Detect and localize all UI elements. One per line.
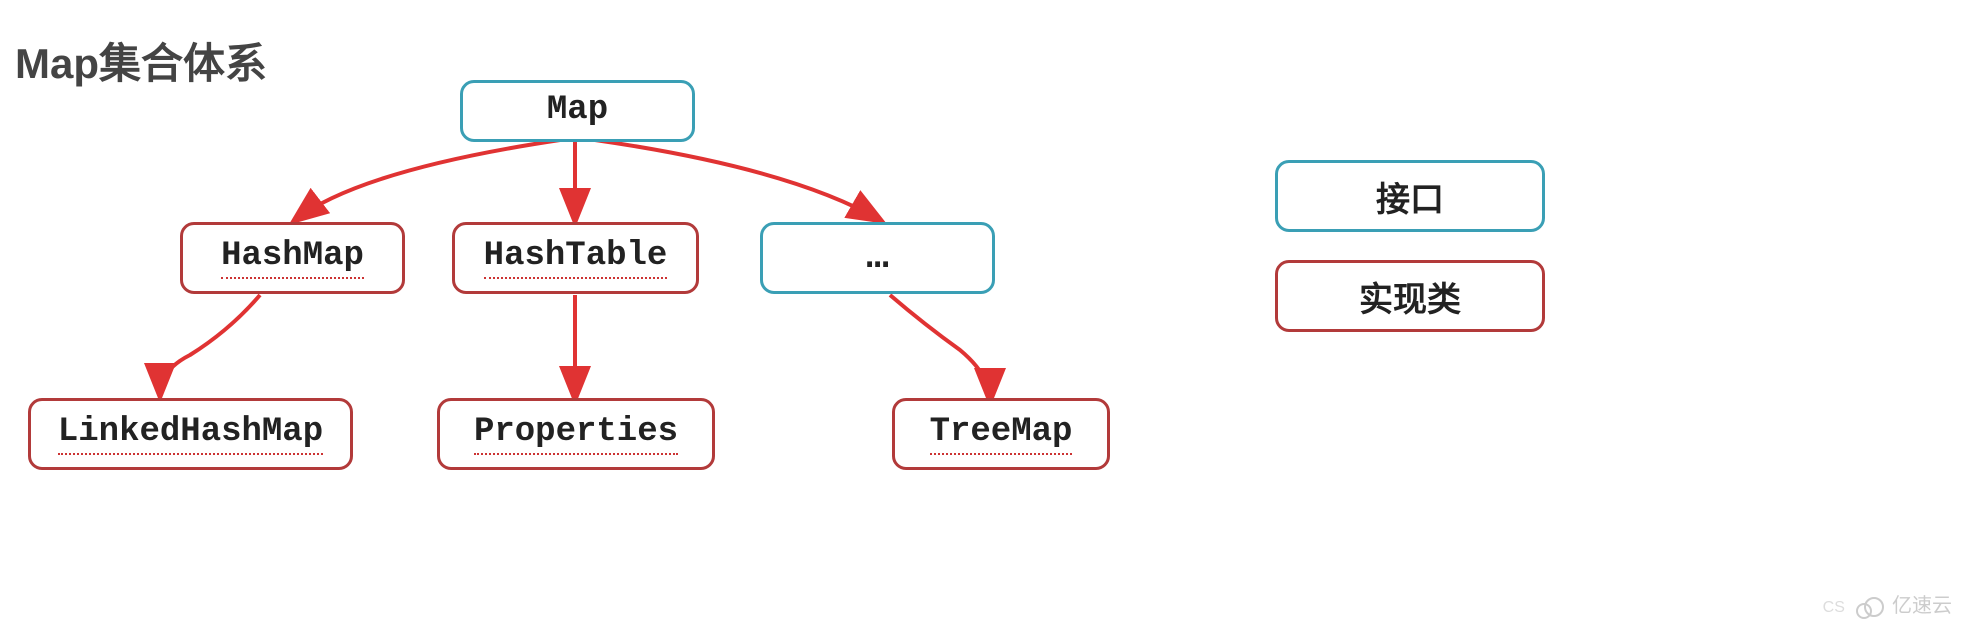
node-hashtable: HashTable: [452, 222, 699, 294]
node-hashmap: HashMap: [180, 222, 405, 294]
watermark: CS 亿速云: [1823, 589, 1952, 618]
edge-map-hashmap: [295, 140, 560, 220]
connectors-layer: [0, 0, 1962, 626]
node-properties-label: Properties: [474, 413, 678, 455]
edge-ellipsis-treemap: [890, 295, 990, 400]
edge-map-ellipsis: [595, 140, 880, 220]
node-treemap-label: TreeMap: [930, 413, 1073, 455]
node-linkedhashmap-label: LinkedHashMap: [58, 413, 323, 455]
node-map-label: Map: [547, 91, 608, 131]
legend-class: 实现类: [1275, 260, 1545, 332]
diagram-title: Map集合体系: [15, 30, 267, 91]
node-map: Map: [460, 80, 695, 142]
watermark-icon: [1864, 597, 1884, 617]
legend-interface-label: 接口: [1376, 172, 1444, 221]
watermark-text: 亿速云: [1892, 595, 1952, 617]
node-properties: Properties: [437, 398, 715, 470]
node-treemap: TreeMap: [892, 398, 1110, 470]
node-ellipsis: …: [760, 222, 995, 294]
csdn-mark: CS: [1823, 599, 1845, 616]
legend-class-label: 实现类: [1359, 272, 1461, 321]
legend-interface: 接口: [1275, 160, 1545, 232]
node-hashmap-label: HashMap: [221, 237, 364, 279]
edge-hashmap-linkedhashmap: [160, 295, 260, 395]
node-ellipsis-label: …: [866, 236, 889, 281]
node-linkedhashmap: LinkedHashMap: [28, 398, 353, 470]
node-hashtable-label: HashTable: [484, 237, 668, 279]
